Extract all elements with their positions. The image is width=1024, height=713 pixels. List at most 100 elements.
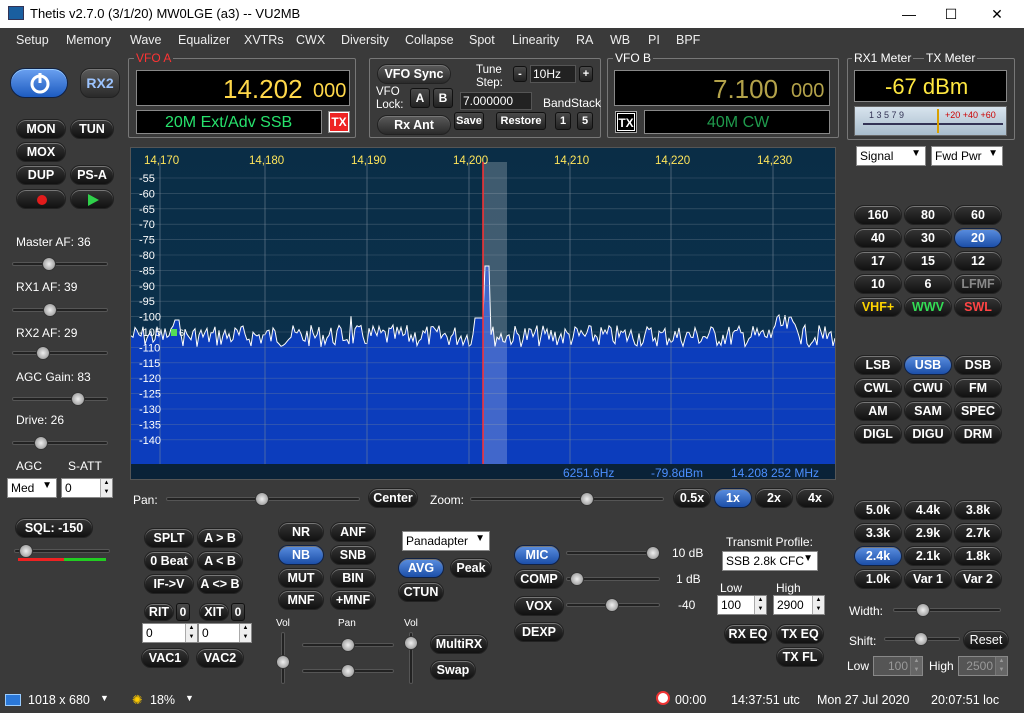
rx-meter-select[interactable]: Signal ▼	[856, 146, 926, 166]
bin-button[interactable]: BIN	[330, 568, 376, 588]
filter-1-0k-button[interactable]: 1.0k	[854, 569, 902, 589]
rx2-vol-thumb[interactable]	[404, 636, 418, 650]
mic-thumb[interactable]	[646, 546, 660, 560]
band-10-button[interactable]: 10	[854, 274, 902, 294]
rit-value-input[interactable]: 0 ▲ ▼	[142, 623, 198, 643]
width-thumb[interactable]	[916, 603, 930, 617]
record-button[interactable]	[16, 189, 66, 209]
vox-button[interactable]: VOX	[514, 596, 564, 616]
sql-button[interactable]: SQL: -150	[15, 518, 93, 538]
rx1-af-thumb[interactable]	[43, 303, 57, 317]
tx-meter-select[interactable]: Fwd Pwr ▼	[931, 146, 1003, 166]
reset-button[interactable]: Reset	[963, 630, 1009, 650]
band-swl-button[interactable]: SWL	[954, 297, 1002, 317]
save-button[interactable]: Save	[454, 112, 484, 130]
agc-gain-thumb[interactable]	[71, 392, 85, 406]
zoom-1x-button[interactable]: 1x	[714, 488, 752, 508]
tx-low-input[interactable]: 100 ▲ ▼	[717, 595, 767, 615]
filter-3-3k-button[interactable]: 3.3k	[854, 523, 902, 543]
tun-button[interactable]: TUN	[70, 119, 114, 139]
mode-cwl-button[interactable]: CWL	[854, 378, 902, 398]
play-button[interactable]	[70, 189, 114, 209]
cpu-dropdown-icon[interactable]: ▼	[185, 693, 194, 703]
band-6-button[interactable]: 6	[904, 274, 952, 294]
xit-button[interactable]: XIT	[199, 603, 229, 621]
filter-high-input[interactable]: 2500 ▲ ▼	[958, 656, 1008, 676]
mode-am-button[interactable]: AM	[854, 401, 902, 421]
maximize-button[interactable]: ☐	[936, 4, 966, 24]
band-lfmf-button[interactable]: LFMF	[954, 274, 1002, 294]
if-to-v-button[interactable]: IF->V	[144, 574, 194, 594]
satt-spinner[interactable]: 0 ▲ ▼	[61, 478, 113, 498]
menu-wave[interactable]: Wave	[130, 33, 162, 47]
rx2-af-slider[interactable]	[12, 351, 108, 355]
vfo-a-tx-button[interactable]: TX	[328, 111, 350, 133]
filter-var-2-button[interactable]: Var 2	[954, 569, 1002, 589]
filter-low-input[interactable]: 100 ▲ ▼	[873, 656, 923, 676]
rx2-pan-thumb[interactable]	[341, 664, 355, 678]
menu-spot[interactable]: Spot	[469, 33, 495, 47]
dropdown-arrow-icon[interactable]: ▼	[100, 693, 109, 703]
band-wwv-button[interactable]: WWV	[904, 297, 952, 317]
vfo-sync-button[interactable]: VFO Sync	[377, 64, 451, 84]
rx1-pan-thumb[interactable]	[341, 638, 355, 652]
band-12-button[interactable]: 12	[954, 251, 1002, 271]
filter-1-8k-button[interactable]: 1.8k	[954, 546, 1002, 566]
band-17-button[interactable]: 17	[854, 251, 902, 271]
vfo-a-display[interactable]: 14.202 000	[136, 70, 350, 106]
vfo-b-display[interactable]: 7.100 000	[614, 70, 830, 106]
a-swap-b-button[interactable]: A <> B	[197, 574, 243, 594]
filter-2-4k-button[interactable]: 2.4k	[854, 546, 902, 566]
zoom-slider[interactable]	[470, 497, 664, 501]
step-down-button[interactable]: -	[513, 66, 527, 82]
zoom-4x-button[interactable]: 4x	[796, 488, 834, 508]
pan-thumb[interactable]	[255, 492, 269, 506]
bandstack-5-button[interactable]: 5	[577, 112, 593, 130]
filter-2-7k-button[interactable]: 2.7k	[954, 523, 1002, 543]
menu-bpf[interactable]: BPF	[676, 33, 700, 47]
bandstack-1-button[interactable]: 1	[555, 112, 571, 130]
mode-lsb-button[interactable]: LSB	[854, 355, 902, 375]
mut-button[interactable]: MUT	[278, 568, 324, 588]
dexp-button[interactable]: DEXP	[514, 622, 564, 642]
vfo-b-tx-button[interactable]: TX	[615, 111, 637, 133]
zoom-thumb[interactable]	[580, 492, 594, 506]
filter-4-4k-button[interactable]: 4.4k	[904, 500, 952, 520]
frequency-input[interactable]: 7.000000	[460, 92, 532, 110]
power-button[interactable]	[10, 68, 68, 98]
menu-diversity[interactable]: Diversity	[341, 33, 389, 47]
mode-usb-button[interactable]: USB	[904, 355, 952, 375]
nb-button[interactable]: NB	[278, 545, 324, 565]
filter-3-8k-button[interactable]: 3.8k	[954, 500, 1002, 520]
mic-button[interactable]: MIC	[514, 545, 560, 565]
zoom-2x-button[interactable]: 2x	[755, 488, 793, 508]
band-vhf-button[interactable]: VHF+	[854, 297, 902, 317]
band-160-button[interactable]: 160	[854, 205, 902, 225]
band-20-button[interactable]: 20	[954, 228, 1002, 248]
peak-button[interactable]: Peak	[450, 558, 492, 578]
tx-high-input[interactable]: 2900 ▲ ▼	[773, 595, 825, 615]
menu-linearity[interactable]: Linearity	[512, 33, 559, 47]
vox-thumb[interactable]	[605, 598, 619, 612]
plus-mnf-button[interactable]: +MNF	[330, 590, 376, 610]
mode-dsb-button[interactable]: DSB	[954, 355, 1002, 375]
multirx-button[interactable]: MultiRX	[430, 634, 488, 654]
mode-sam-button[interactable]: SAM	[904, 401, 952, 421]
menu-equalizer[interactable]: Equalizer	[178, 33, 230, 47]
ctun-button[interactable]: CTUN	[398, 582, 444, 602]
menu-setup[interactable]: Setup	[16, 33, 49, 47]
split-button[interactable]: SPLT	[144, 528, 194, 548]
mode-spec-button[interactable]: SPEC	[954, 401, 1002, 421]
agc-gain-slider[interactable]	[12, 397, 108, 401]
display-mode-select[interactable]: Panadapter ▼	[402, 531, 490, 551]
drive-slider[interactable]	[12, 441, 108, 445]
rx2-af-thumb[interactable]	[36, 346, 50, 360]
mode-fm-button[interactable]: FM	[954, 378, 1002, 398]
tx-profile-select[interactable]: SSB 2.8k CFC ▼	[722, 551, 818, 571]
restore-button[interactable]: Restore	[496, 112, 546, 130]
nr-button[interactable]: NR	[278, 522, 324, 542]
shift-thumb[interactable]	[914, 632, 928, 646]
vac2-button[interactable]: VAC2	[196, 648, 244, 668]
rx-eq-button[interactable]: RX EQ	[724, 624, 772, 644]
xit-value-input[interactable]: 0 ▲ ▼	[198, 623, 252, 643]
